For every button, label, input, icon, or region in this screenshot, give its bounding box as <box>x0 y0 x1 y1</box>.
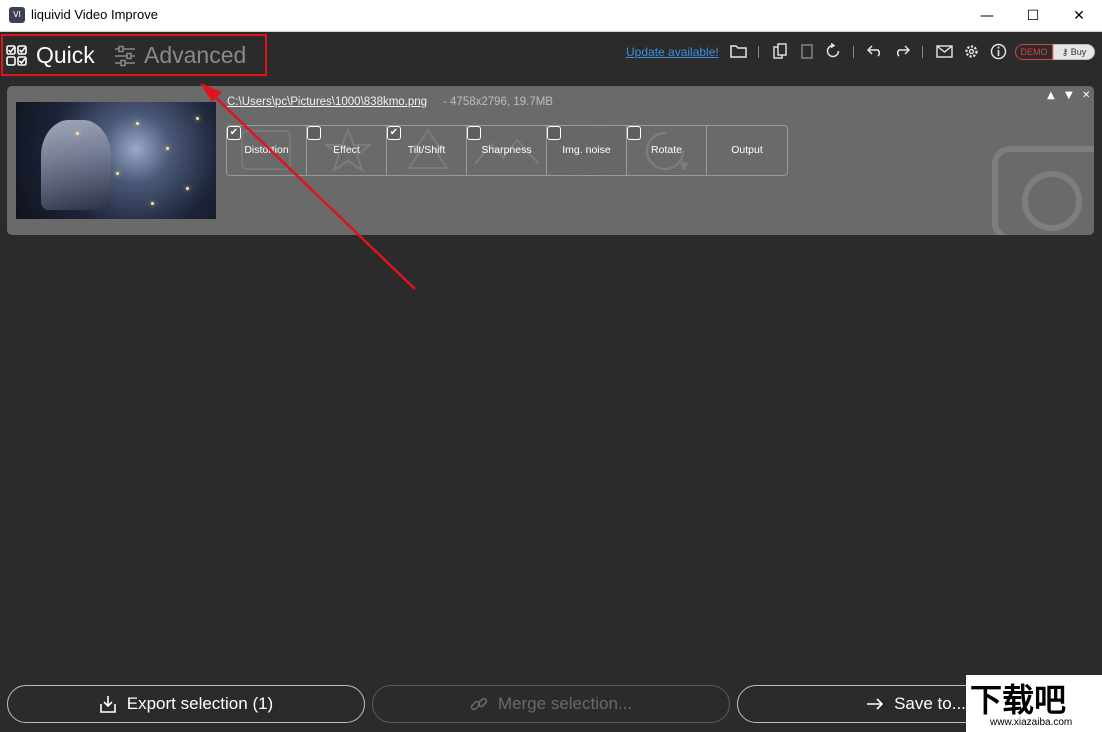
title-bar: VI liquivid Video Improve — ☐ ✕ <box>0 0 1102 32</box>
distortion-checkbox[interactable]: ✔ <box>227 126 241 140</box>
watermark-url: www.xiazaiba.com <box>990 717 1073 728</box>
option-rotate[interactable]: Rotate <box>627 126 707 175</box>
move-up-icon[interactable]: ▲ <box>1047 90 1055 101</box>
option-sharpness[interactable]: Sharpness <box>467 126 547 175</box>
remove-item-icon[interactable]: ✕ <box>1082 90 1090 101</box>
thumbnail-sparkle <box>76 132 79 135</box>
file-meta: - 4758x2796, 19.7MB <box>443 96 553 108</box>
link-icon <box>470 697 488 711</box>
option-label: Output <box>731 144 763 156</box>
toolbar-separator <box>922 46 923 58</box>
option-effect[interactable]: Effect <box>307 126 387 175</box>
undo-icon[interactable] <box>866 42 884 60</box>
thumbnail-sparkle <box>116 172 119 175</box>
sharpness-checkbox[interactable] <box>467 126 481 140</box>
export-icon <box>99 696 116 713</box>
tilt-shift-checkbox[interactable]: ✔ <box>387 126 401 140</box>
option-tilt-shift[interactable]: ✔ Tilt/Shift <box>387 126 467 175</box>
merge-selection-button[interactable]: Merge selection... <box>372 685 730 723</box>
option-label: Distortion <box>244 144 289 156</box>
option-label: Tilt/Shift <box>407 144 446 156</box>
copy-icon[interactable] <box>771 42 789 60</box>
thumbnail-sparkle <box>186 187 189 190</box>
update-available-link[interactable]: Update available! <box>626 45 719 59</box>
close-button[interactable]: ✕ <box>1056 0 1102 31</box>
toolbar-separator <box>758 46 759 58</box>
thumbnail-sparkle <box>166 147 169 150</box>
annotation-highlight-box <box>1 34 267 76</box>
arrow-right-icon <box>867 698 884 710</box>
maximize-button[interactable]: ☐ <box>1010 0 1056 31</box>
camera-lens-decoration <box>1022 171 1082 231</box>
export-selection-label: Export selection (1) <box>126 694 274 713</box>
watermark-logo-text: 下载吧 <box>970 681 1067 719</box>
thumbnail-sparkle <box>196 117 199 120</box>
file-path-link[interactable]: C:\Users\pc\Pictures\1000\838kmo.png <box>227 96 427 108</box>
redo-icon[interactable] <box>893 42 911 60</box>
option-label: Img. noise <box>562 144 611 156</box>
demo-badge: DEMO <box>1015 44 1053 60</box>
key-icon: ⚷ <box>1061 48 1069 58</box>
settings-icon[interactable] <box>962 42 980 60</box>
toolbar-separator <box>853 46 854 58</box>
effect-checkbox[interactable] <box>307 126 321 140</box>
window-title: liquivid Video Improve <box>31 7 158 22</box>
option-img-noise[interactable]: Img. noise <box>547 126 627 175</box>
app-logo-icon: VI <box>9 7 25 23</box>
file-thumbnail[interactable] <box>16 102 216 219</box>
correction-options: ✔ Distortion Effect ✔ Tilt/Shift Sharpne… <box>226 125 788 176</box>
info-icon[interactable] <box>989 42 1007 60</box>
export-selection-button[interactable]: Export selection (1) <box>7 685 365 723</box>
rotate-checkbox[interactable] <box>627 126 641 140</box>
folder-icon[interactable] <box>729 42 747 60</box>
option-output[interactable]: Output <box>707 126 787 175</box>
paste-icon[interactable] <box>798 42 816 60</box>
thumbnail-sparkle <box>151 202 154 205</box>
option-label: Rotate <box>651 144 682 156</box>
minimize-button[interactable]: — <box>964 0 1010 31</box>
option-label: Effect <box>333 144 360 156</box>
thumbnail-sparkle <box>136 122 139 125</box>
mail-icon[interactable] <box>935 42 953 60</box>
move-down-icon[interactable]: ▼ <box>1065 90 1073 101</box>
save-to-label: Save to... <box>894 694 966 713</box>
reset-icon[interactable] <box>824 42 842 60</box>
option-distortion[interactable]: ✔ Distortion <box>227 126 307 175</box>
img-noise-checkbox[interactable] <box>547 126 561 140</box>
buy-label: Buy <box>1070 47 1087 57</box>
site-watermark: 下载吧 www.xiazaiba.com <box>966 675 1102 732</box>
merge-selection-label: Merge selection... <box>497 694 633 713</box>
option-label: Sharpness <box>481 144 532 156</box>
file-item-card[interactable]: C:\Users\pc\Pictures\1000\838kmo.png - 4… <box>7 86 1094 235</box>
buy-button[interactable]: ⚷ Buy <box>1053 44 1095 60</box>
